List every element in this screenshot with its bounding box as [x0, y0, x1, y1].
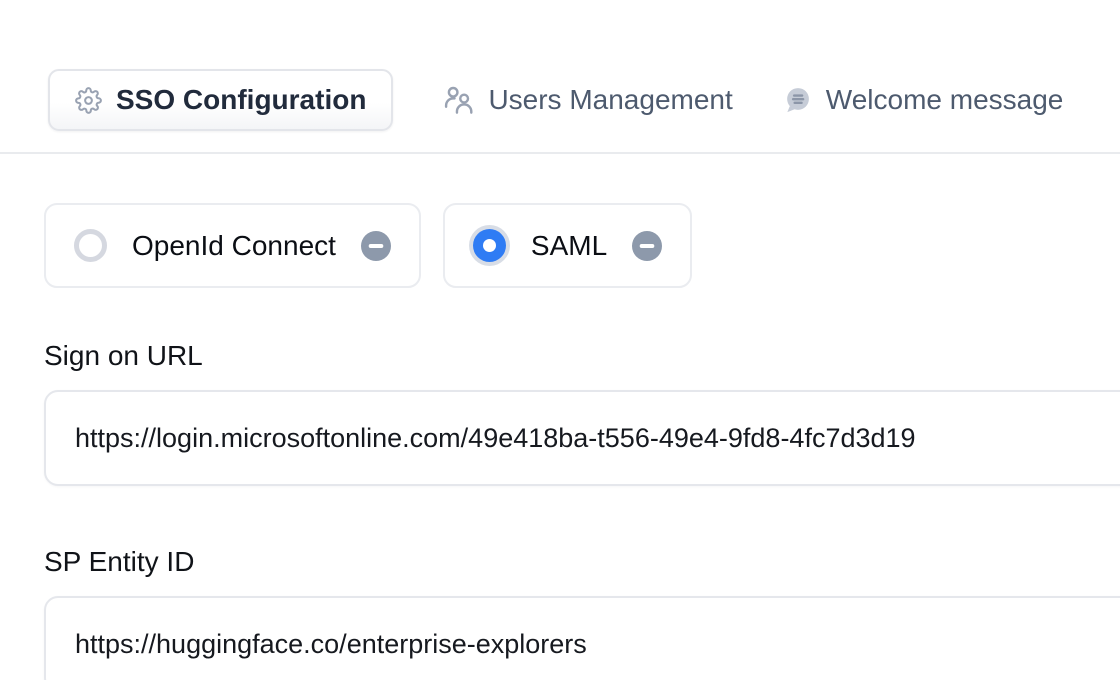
users-icon: [443, 85, 474, 116]
chat-bubble-icon: [783, 86, 812, 115]
tab-users-management[interactable]: Users Management: [443, 84, 732, 116]
minus-circle-icon[interactable]: [632, 231, 662, 261]
option-saml[interactable]: SAML: [443, 203, 692, 288]
gear-icon: [75, 87, 102, 114]
option-openid-connect[interactable]: OpenId Connect: [44, 203, 421, 288]
sign-on-url-label: Sign on URL: [44, 340, 1120, 372]
tab-welcome-message[interactable]: Welcome message: [783, 84, 1064, 116]
tab-label: SSO Configuration: [116, 84, 366, 116]
settings-tab-bar: SSO Configuration Users Management Welco…: [0, 0, 1120, 154]
sso-provider-options: OpenId Connect SAML: [44, 203, 1120, 288]
option-label: SAML: [531, 230, 607, 262]
tab-label: Welcome message: [826, 84, 1064, 116]
tab-sso-configuration[interactable]: SSO Configuration: [48, 69, 393, 131]
sso-configuration-panel: OpenId Connect SAML Sign on URL SP Entit…: [0, 203, 1120, 680]
minus-circle-icon[interactable]: [361, 231, 391, 261]
sign-on-url-input[interactable]: [44, 390, 1120, 486]
radio-unselected-icon[interactable]: [74, 229, 107, 262]
option-label: OpenId Connect: [132, 230, 336, 262]
sp-entity-id-label: SP Entity ID: [44, 546, 1120, 578]
tab-label: Users Management: [488, 84, 732, 116]
radio-selected-icon[interactable]: [473, 229, 506, 262]
sp-entity-id-input[interactable]: [44, 596, 1120, 680]
